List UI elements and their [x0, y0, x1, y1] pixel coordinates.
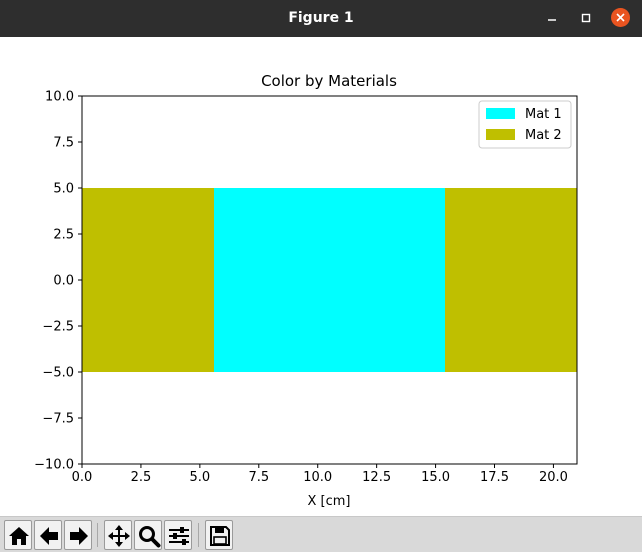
maximize-button[interactable]: [576, 8, 596, 28]
y-tick-label: 5.0: [53, 182, 74, 197]
legend-swatch: [486, 129, 515, 140]
magnifier-icon: [139, 526, 161, 548]
y-tick-label: 0.0: [53, 274, 74, 289]
save-button[interactable]: [205, 520, 233, 550]
x-tick-label: 10.0: [303, 470, 332, 485]
move-icon: [108, 525, 130, 547]
home-button[interactable]: [4, 520, 32, 550]
chart-title: Color by Materials: [261, 72, 397, 90]
x-axis: 0.0 2.5 5.0 7.5 10.0 12.5 15.0 17.5 20.0: [72, 464, 568, 485]
pan-button[interactable]: [104, 520, 132, 550]
x-tick-label: 20.0: [539, 470, 568, 485]
maximize-icon: [581, 13, 591, 23]
floppy-disk-icon: [210, 526, 230, 546]
legend: Mat 1 Mat 2: [478, 100, 572, 149]
y-tick-label: 10.0: [45, 90, 74, 105]
material-region-2-1: [82, 188, 214, 372]
close-button[interactable]: [611, 8, 630, 27]
y-tick-label: −5.0: [42, 366, 74, 381]
y-tick-label: −2.5: [42, 320, 74, 335]
figure-window: Figure 1 Color by Materials 0.0 2.5 5.0 7.5…: [0, 0, 642, 552]
x-tick-label: 2.5: [131, 470, 152, 485]
legend-label: Mat 1: [525, 107, 562, 122]
home-icon: [9, 527, 29, 545]
chart: Color by Materials 0.0 2.5 5.0 7.5 10.0 12.5 1…: [34, 72, 578, 509]
zoom-button[interactable]: [134, 520, 162, 550]
x-tick-label: 5.0: [190, 470, 211, 485]
x-tick-label: 7.5: [248, 470, 269, 485]
legend-swatch: [486, 108, 515, 119]
plot-area: [82, 188, 577, 372]
legend-label: Mat 2: [525, 128, 562, 143]
toolbar-separator: [198, 523, 199, 547]
y-tick-label: −7.5: [42, 412, 74, 427]
x-tick-label: 0.0: [72, 470, 93, 485]
material-region-1-1: [214, 188, 445, 372]
arrow-right-icon: [70, 527, 88, 545]
y-tick-label: 2.5: [53, 228, 74, 243]
minimize-button[interactable]: [542, 8, 562, 28]
title-bar[interactable]: Figure 1: [0, 0, 642, 37]
sliders-icon: [169, 527, 189, 545]
y-axis: 10.0 7.5 5.0 2.5 0.0 −2.5 −5.0 −7.5 −10.0: [34, 90, 82, 473]
close-icon: [616, 13, 625, 22]
back-button[interactable]: [34, 520, 62, 550]
forward-button[interactable]: [64, 520, 92, 550]
x-tick-label: 12.5: [362, 470, 391, 485]
minimize-icon: [548, 19, 556, 21]
arrow-left-icon: [40, 527, 58, 545]
x-axis-label: X [cm]: [308, 494, 351, 509]
x-tick-label: 17.5: [480, 470, 509, 485]
configure-subplots-button[interactable]: [164, 520, 192, 550]
material-region-2-2: [445, 188, 577, 372]
navigation-toolbar: [0, 516, 642, 552]
x-tick-label: 15.0: [421, 470, 450, 485]
figure-canvas[interactable]: Color by Materials 0.0 2.5 5.0 7.5 10.0 12.5 1…: [0, 37, 642, 516]
toolbar-separator: [97, 523, 98, 547]
y-tick-label: 7.5: [53, 136, 74, 151]
y-tick-label: −10.0: [34, 458, 74, 473]
